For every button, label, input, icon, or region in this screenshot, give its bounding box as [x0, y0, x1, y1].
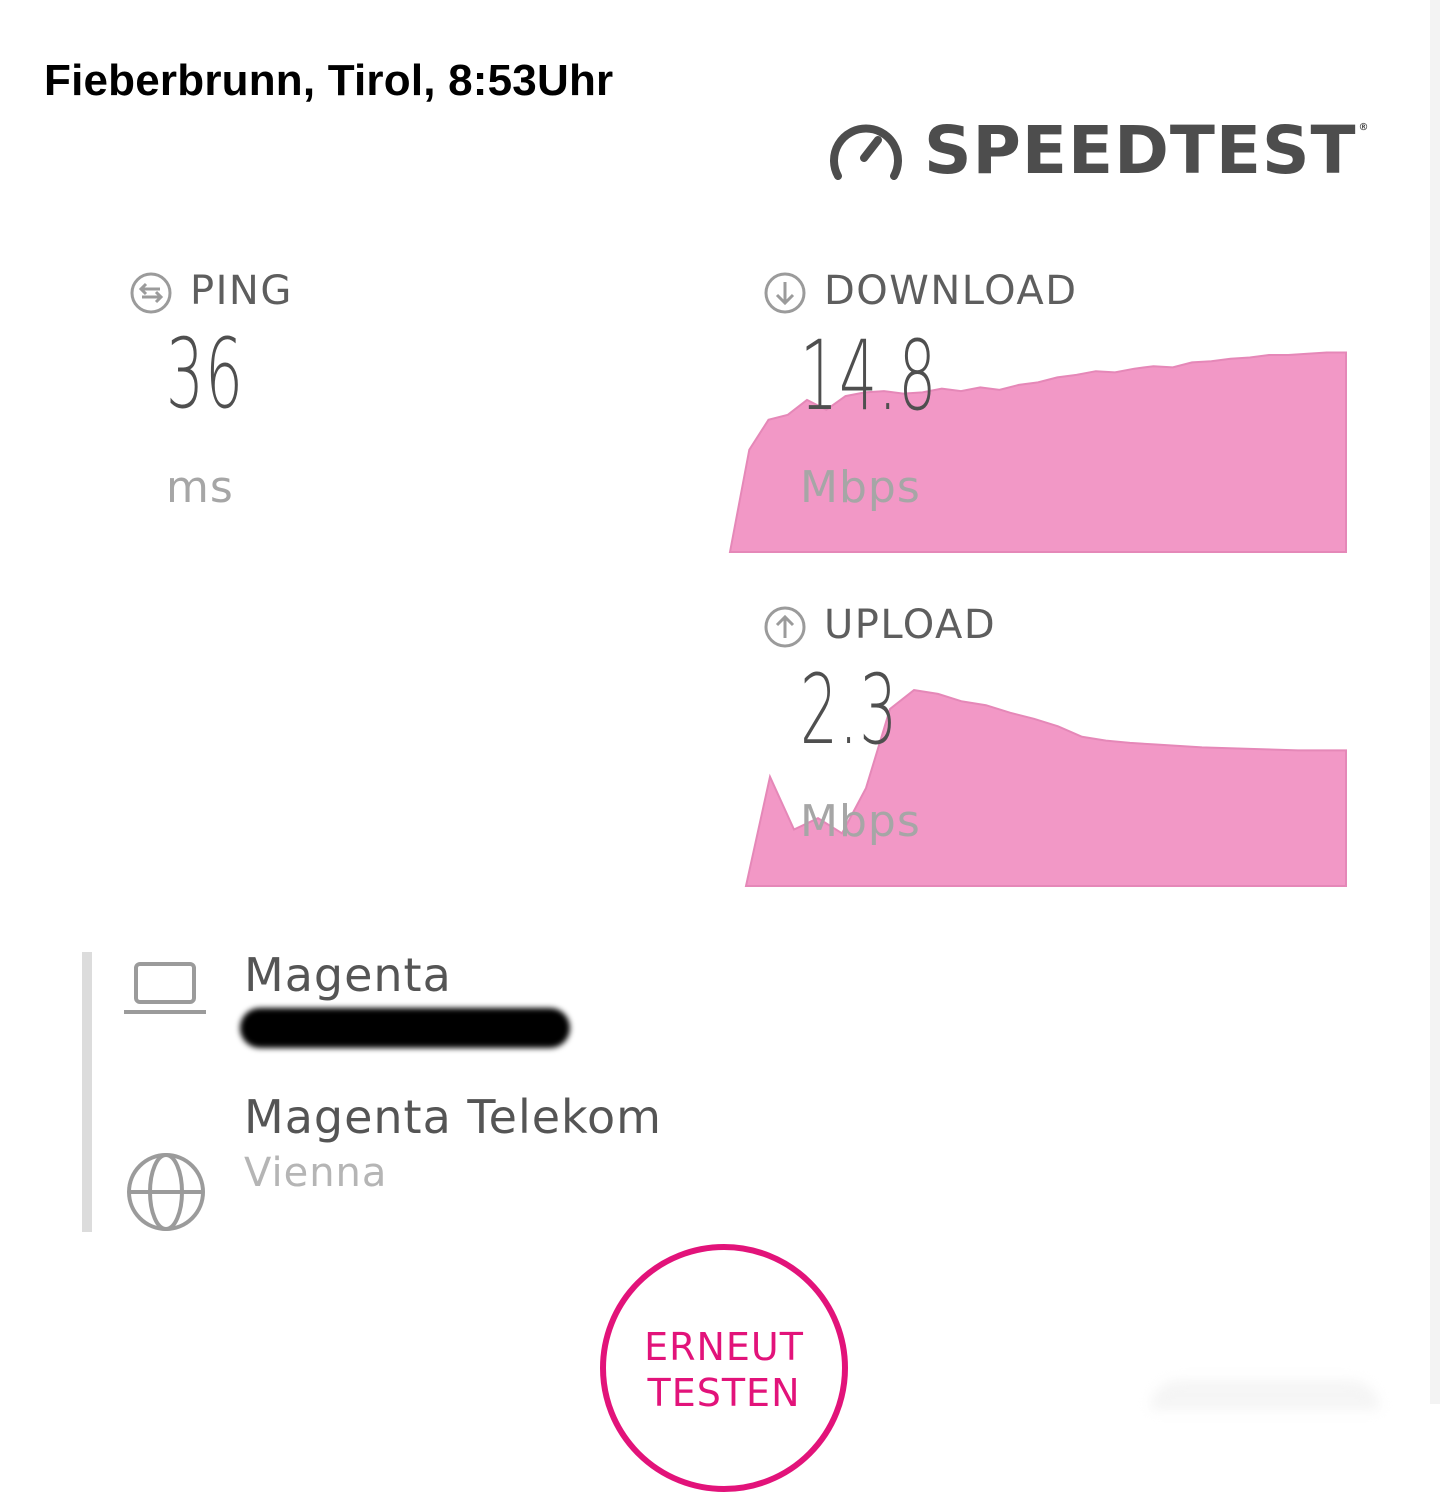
brand-name: SPEEDTEST ® — [924, 112, 1370, 189]
download-value: 14.8 — [800, 320, 938, 432]
gauge-icon — [830, 124, 902, 180]
arrow-up-circle-icon — [764, 606, 806, 648]
arrow-down-circle-icon — [764, 272, 806, 314]
ip-address-redacted — [240, 1008, 570, 1048]
globe-icon — [127, 1153, 205, 1231]
bottom-shadow — [1150, 1380, 1380, 1410]
download-unit: Mbps — [800, 462, 921, 513]
server-name: Magenta Telekom — [244, 1090, 662, 1144]
ping-unit: ms — [166, 462, 234, 513]
info-divider — [82, 952, 92, 1232]
upload-label: UPLOAD — [824, 602, 997, 648]
ping-value: 36 — [166, 318, 245, 430]
laptop-icon — [124, 962, 206, 1014]
ping-label: PING — [190, 268, 293, 314]
ping-arrows-icon — [130, 272, 172, 314]
retest-button[interactable]: ERNEUT TESTEN — [600, 1244, 848, 1492]
retest-label: ERNEUT TESTEN — [644, 1325, 804, 1415]
upload-value: 2.3 — [800, 654, 899, 766]
upload-unit: Mbps — [800, 796, 921, 847]
server-location: Vienna — [244, 1150, 388, 1196]
download-label: DOWNLOAD — [824, 268, 1078, 314]
right-edge-strip — [1430, 0, 1440, 1404]
isp-name: Magenta — [244, 948, 452, 1002]
location-caption: Fieberbrunn, Tirol, 8:53Uhr — [44, 56, 614, 105]
